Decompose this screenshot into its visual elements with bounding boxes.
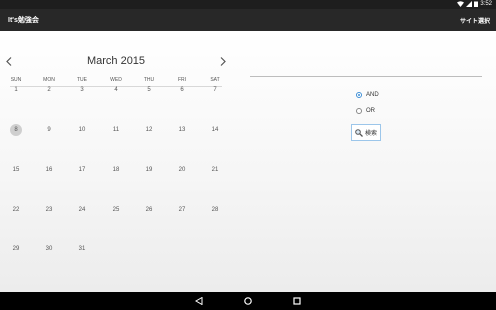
- signal-icon: [466, 1, 473, 7]
- and-label: AND: [366, 92, 379, 98]
- or-radio[interactable]: [356, 108, 362, 114]
- day-cell[interactable]: 15: [9, 164, 23, 176]
- weekday-label: TUE: [77, 77, 87, 83]
- day-cell[interactable]: 23: [42, 204, 56, 216]
- day-cell[interactable]: 13: [175, 124, 189, 136]
- home-circle-icon: [244, 297, 252, 305]
- weekday-label: WED: [110, 77, 122, 83]
- next-month-button[interactable]: [216, 53, 230, 69]
- day-cell[interactable]: 25: [109, 204, 123, 216]
- day-cell[interactable]: 24: [75, 204, 89, 216]
- day-cell[interactable]: 3: [75, 84, 89, 96]
- day-cell[interactable]: 22: [9, 204, 23, 216]
- day-cell[interactable]: 10: [75, 124, 89, 136]
- month-title: March 2015: [86, 55, 146, 67]
- calendar-header: March 2015: [0, 53, 232, 69]
- back-triangle-icon: [195, 297, 203, 305]
- day-cell[interactable]: 6: [175, 84, 189, 96]
- day-cell[interactable]: 27: [175, 204, 189, 216]
- day-cell[interactable]: 14: [208, 124, 222, 136]
- battery-icon: [474, 1, 479, 7]
- day-cell[interactable]: 7: [208, 84, 222, 96]
- recents-square-icon: [293, 297, 301, 305]
- day-cell[interactable]: 16: [42, 164, 56, 176]
- day-cell[interactable]: 11: [109, 124, 123, 136]
- chevron-right-icon: [220, 56, 226, 66]
- day-cell[interactable]: 19: [142, 164, 156, 176]
- chevron-left-icon: [6, 56, 12, 66]
- day-cell[interactable]: 20: [175, 164, 189, 176]
- site-select-button[interactable]: サイト選択: [460, 16, 490, 25]
- day-cell[interactable]: 9: [42, 124, 56, 136]
- weekday-label: SUN: [10, 77, 22, 83]
- status-icons: 3:52: [457, 1, 492, 7]
- day-cell[interactable]: 18: [109, 164, 123, 176]
- day-cell[interactable]: 5: [142, 84, 156, 96]
- weekday-label: SAT: [210, 77, 220, 83]
- home-button[interactable]: [242, 295, 254, 307]
- app-bar: It's勉強会 サイト選択: [0, 9, 496, 31]
- or-option[interactable]: OR: [356, 108, 375, 114]
- back-button[interactable]: [193, 295, 205, 307]
- weekday-label: FRI: [177, 77, 187, 83]
- and-radio[interactable]: [356, 92, 362, 98]
- or-label: OR: [366, 108, 375, 114]
- main-content: March 2015 SUN MON TUE WED THU FRI SAT 1234567…: [0, 31, 496, 292]
- day-cell[interactable]: 28: [208, 204, 222, 216]
- day-cell[interactable]: 2: [42, 84, 56, 96]
- wifi-icon: [457, 1, 465, 7]
- day-cell[interactable]: 26: [142, 204, 156, 216]
- day-cell[interactable]: 4: [109, 84, 123, 96]
- day-cell[interactable]: 1: [9, 84, 23, 96]
- prev-month-button[interactable]: [2, 53, 16, 69]
- day-cell[interactable]: 30: [42, 243, 56, 255]
- day-cell[interactable]: 12: [142, 124, 156, 136]
- system-nav-bar: [0, 292, 496, 310]
- and-option[interactable]: AND: [356, 92, 379, 98]
- search-button[interactable]: 検索: [351, 124, 381, 141]
- day-cell[interactable]: 21: [208, 164, 222, 176]
- status-bar: 3:52: [0, 0, 496, 9]
- weekday-label: MON: [43, 77, 55, 83]
- app-title: It's勉強会: [8, 17, 39, 24]
- day-cell[interactable]: 29: [9, 243, 23, 255]
- day-cell[interactable]: 31: [75, 243, 89, 255]
- magnifier-icon: [355, 128, 363, 137]
- search-button-label: 検索: [364, 131, 377, 137]
- recents-button[interactable]: [291, 295, 303, 307]
- clock-text: 3:52: [480, 1, 492, 7]
- day-cell[interactable]: 17: [75, 164, 89, 176]
- search-input[interactable]: [250, 76, 482, 77]
- selected-day-cell[interactable]: 8: [9, 124, 23, 136]
- weekday-label: THU: [143, 77, 155, 83]
